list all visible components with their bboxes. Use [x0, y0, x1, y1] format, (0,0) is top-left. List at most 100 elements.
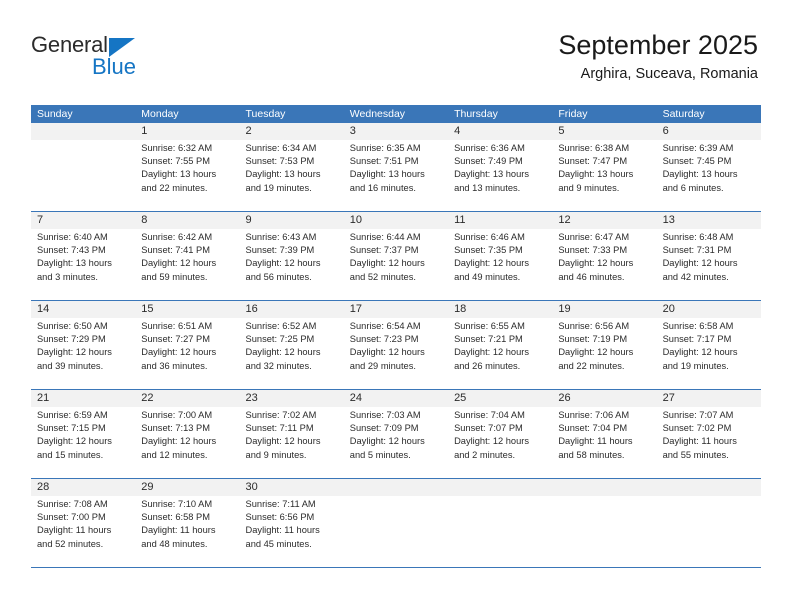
- day-number[interactable]: 10: [344, 212, 448, 229]
- sunrise-text: Sunrise: 7:04 AM: [454, 410, 525, 420]
- day-number[interactable]: 4: [448, 123, 552, 140]
- day-number[interactable]: 3: [344, 123, 448, 140]
- sunrise-text: Sunrise: 6:32 AM: [141, 143, 213, 153]
- daylight-text-line1: Daylight: 12 hours: [454, 436, 529, 447]
- sunrise-text: Sunrise: 6:51 AM: [141, 321, 213, 331]
- calendar-bottom-rule: [31, 567, 761, 568]
- sunrise-text: Sunrise: 6:44 AM: [349, 232, 421, 242]
- sunset-text: Sunset: 7:04 PM: [558, 423, 628, 434]
- daylight-text-line2: and 42 minutes.: [662, 271, 729, 282]
- calendar-weeks: 1 2 3 4 5 6 Sunrise: 6:32 AM Sunset: 7:55 PM Day…: [31, 123, 761, 567]
- sunrise-text: Sunrise: 6:59 AM: [37, 410, 108, 420]
- calendar-page: General Blue September 2025 Arghira, Suc…: [0, 0, 792, 612]
- day-number[interactable]: 30: [240, 479, 344, 496]
- daylight-text-line2: and 22 minutes.: [141, 182, 208, 193]
- daylight-text-line1: Daylight: 12 hours: [349, 347, 425, 358]
- sunrise-text: Sunrise: 7:07 AM: [662, 410, 734, 420]
- day-number[interactable]: 11: [448, 212, 552, 229]
- day-number[interactable]: 26: [552, 390, 656, 407]
- daylight-text-line2: and 13 minutes.: [454, 182, 521, 193]
- sunrise-text: Sunrise: 6:54 AM: [349, 321, 421, 331]
- daylight-text-line2: and 45 minutes.: [245, 538, 312, 549]
- daylight-text-line1: Daylight: 13 hours: [37, 258, 112, 269]
- sunset-text: Sunset: 7:13 PM: [141, 423, 210, 434]
- day-detail: Sunrise: 7:11 AM Sunset: 6:56 PM Daylight:…: [240, 496, 344, 567]
- day-number[interactable]: 17: [344, 301, 448, 318]
- day-number[interactable]: 21: [31, 390, 135, 407]
- sunrise-text: Sunrise: 6:52 AM: [245, 321, 317, 331]
- day-number[interactable]: 8: [135, 212, 239, 229]
- day-number[interactable]: 16: [240, 301, 344, 318]
- day-number[interactable]: 25: [448, 390, 552, 407]
- calendar-week-row: 14 15 16 17 18 19 20 Sunrise: 6:50 AM Sunset: 7:…: [31, 300, 761, 389]
- daylight-text-line2: and 26 minutes.: [454, 360, 521, 371]
- daylight-text-line1: Daylight: 12 hours: [245, 258, 321, 269]
- daylight-text-line1: Daylight: 13 hours: [662, 169, 738, 180]
- day-number[interactable]: 12: [552, 212, 656, 229]
- day-cell-empty: [31, 123, 135, 140]
- daylight-text-line2: and 39 minutes.: [37, 360, 104, 371]
- daylight-text-line2: and 48 minutes.: [141, 538, 208, 549]
- daylight-text-line2: and 19 minutes.: [245, 182, 312, 193]
- daylight-text-line2: and 5 minutes.: [349, 449, 411, 460]
- day-detail: Sunrise: 6:50 AM Sunset: 7:29 PM Daylight:…: [31, 318, 135, 389]
- daylight-text-line2: and 2 minutes.: [454, 449, 516, 460]
- general-blue-logo[interactable]: General Blue: [31, 33, 211, 85]
- daylight-text-line1: Daylight: 12 hours: [454, 347, 529, 358]
- day-number-strip: 21 22 23 24 25 26 27: [31, 390, 761, 407]
- sunrise-text: Sunrise: 7:02 AM: [245, 410, 317, 420]
- sunrise-text: Sunrise: 6:46 AM: [454, 232, 525, 242]
- daylight-text-line2: and 56 minutes.: [245, 271, 312, 282]
- day-number[interactable]: 22: [135, 390, 239, 407]
- day-number[interactable]: 5: [552, 123, 656, 140]
- weekday-header-thursday: Thursday: [454, 108, 498, 120]
- sunset-text: Sunset: 7:45 PM: [662, 156, 732, 167]
- day-number[interactable]: 9: [240, 212, 344, 229]
- day-number[interactable]: 23: [240, 390, 344, 407]
- day-number-strip: 28 29 30: [31, 479, 761, 496]
- daylight-text-line1: Daylight: 12 hours: [349, 258, 425, 269]
- daylight-text-line1: Daylight: 12 hours: [349, 436, 425, 447]
- day-number[interactable]: 2: [240, 123, 344, 140]
- sunrise-text: Sunrise: 6:55 AM: [454, 321, 525, 331]
- sunset-text: Sunset: 6:58 PM: [141, 512, 210, 523]
- day-detail: Sunrise: 7:04 AM Sunset: 7:07 PM Daylight:…: [448, 407, 552, 478]
- daylight-text-line1: Daylight: 12 hours: [37, 347, 112, 358]
- daylight-text-line1: Daylight: 12 hours: [141, 258, 217, 269]
- day-number[interactable]: 15: [135, 301, 239, 318]
- sunset-text: Sunset: 7:11 PM: [245, 423, 314, 434]
- sunrise-text: Sunrise: 6:58 AM: [662, 321, 734, 331]
- daylight-text-line2: and 19 minutes.: [662, 360, 729, 371]
- day-number[interactable]: 1: [135, 123, 239, 140]
- location-subtitle: Arghira, Suceava, Romania: [580, 66, 758, 82]
- day-number[interactable]: 6: [657, 123, 761, 140]
- daylight-text-line2: and 9 minutes.: [558, 182, 620, 193]
- sunrise-text: Sunrise: 7:10 AM: [141, 499, 213, 509]
- day-number[interactable]: 29: [135, 479, 239, 496]
- sunset-text: Sunset: 7:43 PM: [37, 245, 106, 256]
- day-number[interactable]: 24: [344, 390, 448, 407]
- page-header: General Blue September 2025 Arghira, Suc…: [0, 0, 792, 100]
- day-number[interactable]: 19: [552, 301, 656, 318]
- daylight-text-line2: and 22 minutes.: [558, 360, 625, 371]
- day-number[interactable]: 20: [657, 301, 761, 318]
- day-number[interactable]: 27: [657, 390, 761, 407]
- day-detail-strip: Sunrise: 6:59 AM Sunset: 7:15 PM Daylight:…: [31, 407, 761, 478]
- daylight-text-line2: and 6 minutes.: [662, 182, 724, 193]
- day-detail-empty: [552, 496, 656, 567]
- day-number[interactable]: 18: [448, 301, 552, 318]
- sunrise-text: Sunrise: 7:11 AM: [245, 499, 316, 509]
- sunset-text: Sunset: 7:31 PM: [662, 245, 732, 256]
- daylight-text-line2: and 55 minutes.: [662, 449, 729, 460]
- day-detail: Sunrise: 6:54 AM Sunset: 7:23 PM Daylight:…: [344, 318, 448, 389]
- day-number[interactable]: 28: [31, 479, 135, 496]
- day-detail: Sunrise: 7:10 AM Sunset: 6:58 PM Daylight:…: [135, 496, 239, 567]
- sunset-text: Sunset: 7:41 PM: [141, 245, 210, 256]
- day-cell-empty: [552, 479, 656, 496]
- day-number[interactable]: 13: [657, 212, 761, 229]
- day-number[interactable]: 7: [31, 212, 135, 229]
- sunset-text: Sunset: 7:35 PM: [454, 245, 523, 256]
- day-number[interactable]: 14: [31, 301, 135, 318]
- weekday-header-monday: Monday: [141, 108, 179, 120]
- sunrise-text: Sunrise: 7:06 AM: [558, 410, 630, 420]
